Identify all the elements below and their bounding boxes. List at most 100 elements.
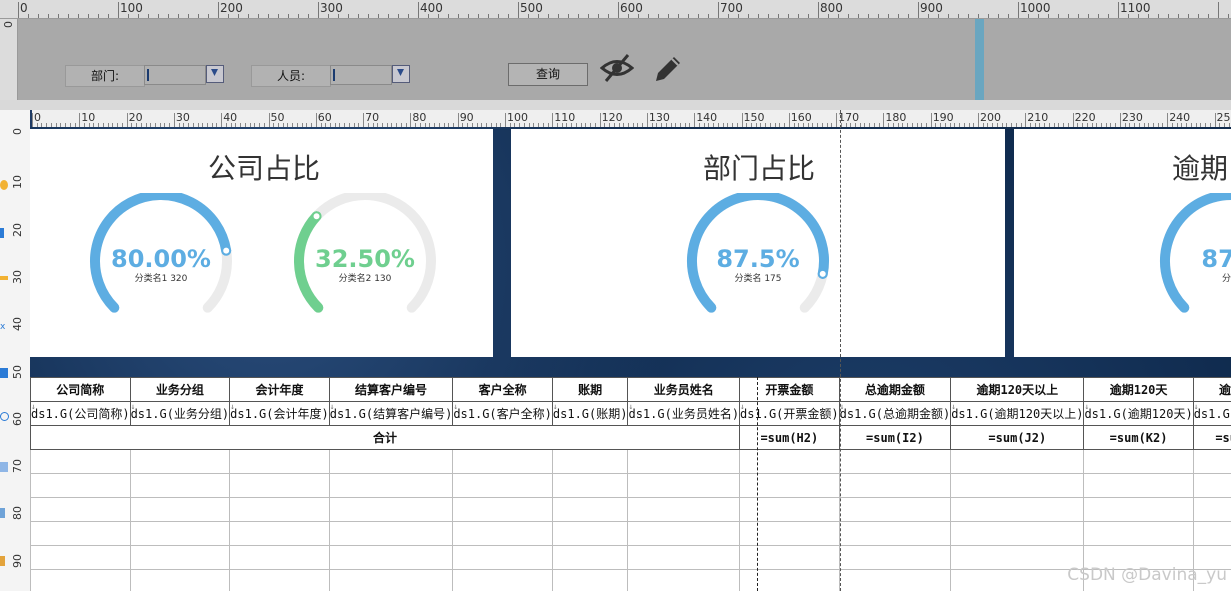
total-label-cell[interactable]: 合计 — [30, 425, 741, 450]
empty-cell[interactable] — [1083, 449, 1194, 474]
header-cell[interactable]: 结算客户编号 — [328, 377, 454, 402]
empty-cell[interactable] — [551, 569, 629, 591]
empty-cell[interactable] — [452, 545, 553, 570]
person-dropdown-button[interactable] — [392, 65, 410, 83]
empty-cell[interactable] — [551, 545, 629, 570]
eye-slash-icon[interactable] — [599, 53, 635, 87]
empty-cell[interactable] — [627, 521, 741, 546]
empty-cell[interactable] — [1192, 449, 1231, 474]
empty-cell[interactable] — [551, 449, 629, 474]
empty-cell[interactable] — [328, 473, 454, 498]
empty-cell[interactable] — [452, 473, 553, 498]
empty-cell[interactable] — [739, 521, 840, 546]
empty-cell[interactable] — [950, 521, 1085, 546]
empty-cell[interactable] — [1083, 497, 1194, 522]
dept-input[interactable] — [144, 65, 206, 85]
empty-cell[interactable] — [30, 545, 131, 570]
header-cell[interactable]: 客户全称 — [452, 377, 553, 402]
empty-cell[interactable] — [328, 497, 454, 522]
header-cell[interactable]: 公司简称 — [30, 377, 131, 402]
binding-cell[interactable]: ↓ ds1.G(开票金额) — [739, 401, 840, 426]
empty-cell[interactable] — [229, 473, 330, 498]
empty-cell[interactable] — [129, 473, 231, 498]
binding-cell[interactable]: ↓ ds1.G(账期) — [551, 401, 629, 426]
header-cell[interactable]: 开票金额 — [739, 377, 840, 402]
binding-cell[interactable]: ↓ ds1.G(客户全称) — [452, 401, 553, 426]
binding-cell[interactable]: ↓ds1.G(逾期90天) — [1192, 401, 1231, 426]
dept-dropdown-button[interactable] — [206, 65, 224, 83]
empty-cell[interactable] — [30, 569, 131, 591]
header-cell[interactable]: 业务员姓名 — [627, 377, 741, 402]
empty-cell[interactable] — [739, 473, 840, 498]
empty-cell[interactable] — [838, 545, 952, 570]
empty-cell[interactable] — [30, 521, 131, 546]
empty-cell[interactable] — [229, 521, 330, 546]
empty-cell[interactable] — [129, 497, 231, 522]
empty-cell[interactable] — [30, 497, 131, 522]
empty-cell[interactable] — [838, 449, 952, 474]
empty-cell[interactable] — [452, 521, 553, 546]
empty-cell[interactable] — [328, 521, 454, 546]
binding-cell[interactable]: ↓ ds1.G(逾期120天以上) — [950, 401, 1085, 426]
sum-cell[interactable]: =sum(I2) — [838, 425, 952, 450]
empty-cell[interactable] — [838, 569, 952, 591]
empty-cell[interactable] — [950, 545, 1085, 570]
department-share-panel[interactable]: 部门占比 87.5% 分类名 175 — [511, 129, 1005, 357]
header-cell[interactable]: 总逾期金额 — [838, 377, 952, 402]
empty-cell[interactable] — [1192, 521, 1231, 546]
empty-cell[interactable] — [551, 521, 629, 546]
header-cell[interactable]: 账期 — [551, 377, 629, 402]
empty-cell[interactable] — [129, 569, 231, 591]
empty-cell[interactable] — [229, 569, 330, 591]
empty-cell[interactable] — [627, 473, 741, 498]
empty-cell[interactable] — [129, 449, 231, 474]
empty-cell[interactable] — [229, 497, 330, 522]
empty-cell[interactable] — [627, 569, 741, 591]
empty-cell[interactable] — [328, 449, 454, 474]
empty-cell[interactable] — [452, 569, 553, 591]
sum-cell[interactable]: =sum(H2) — [739, 425, 840, 450]
empty-cell[interactable] — [739, 569, 840, 591]
sum-cell[interactable]: =sum(L2) — [1192, 425, 1231, 450]
empty-cell[interactable] — [627, 449, 741, 474]
empty-cell[interactable] — [129, 521, 231, 546]
empty-cell[interactable] — [1083, 521, 1194, 546]
empty-cell[interactable] — [1083, 473, 1194, 498]
empty-cell[interactable] — [950, 473, 1085, 498]
empty-cell[interactable] — [1192, 497, 1231, 522]
empty-cell[interactable] — [838, 521, 952, 546]
header-cell[interactable]: 会计年度 — [229, 377, 330, 402]
empty-cell[interactable] — [1192, 473, 1231, 498]
binding-cell[interactable]: ↓ ds1.G(总逾期金额) — [838, 401, 952, 426]
header-cell[interactable]: 逾期120天 — [1083, 377, 1194, 402]
empty-cell[interactable] — [838, 473, 952, 498]
empty-cell[interactable] — [30, 449, 131, 474]
header-cell[interactable]: 逾期120天以上 — [950, 377, 1085, 402]
binding-cell[interactable]: ↓ ds1.G(逾期120天) — [1083, 401, 1194, 426]
empty-cell[interactable] — [739, 497, 840, 522]
header-cell[interactable]: 业务分组 — [129, 377, 231, 402]
sum-cell[interactable]: =sum(J2) — [950, 425, 1085, 450]
empty-cell[interactable] — [950, 497, 1085, 522]
empty-cell[interactable] — [950, 449, 1085, 474]
empty-cell[interactable] — [328, 569, 454, 591]
query-button[interactable]: 查询 — [508, 63, 588, 86]
empty-cell[interactable] — [627, 497, 741, 522]
empty-cell[interactable] — [229, 545, 330, 570]
empty-cell[interactable] — [551, 497, 629, 522]
binding-cell[interactable]: ↓ ds1.G(公司简称) — [30, 401, 131, 426]
empty-cell[interactable] — [30, 473, 131, 498]
binding-cell[interactable]: ↓ ds1.G(业务员姓名) — [627, 401, 741, 426]
pencil-icon[interactable] — [652, 53, 684, 89]
empty-cell[interactable] — [229, 449, 330, 474]
empty-cell[interactable] — [739, 545, 840, 570]
binding-cell[interactable]: ↓ ds1.G(会计年度) — [229, 401, 330, 426]
binding-cell[interactable]: ↓ ds1.G(结算客户编号) — [328, 401, 454, 426]
sum-cell[interactable]: =sum(K2) — [1083, 425, 1194, 450]
overdue-panel[interactable]: 逾期 87.5 分类 — [1014, 129, 1231, 357]
empty-cell[interactable] — [739, 449, 840, 474]
company-share-panel[interactable]: 公司占比 80.00% 分类名1 320 32.50% 分类名2 130 — [30, 129, 493, 357]
empty-cell[interactable] — [328, 545, 454, 570]
pane-splitter[interactable] — [975, 19, 984, 100]
empty-cell[interactable] — [627, 545, 741, 570]
